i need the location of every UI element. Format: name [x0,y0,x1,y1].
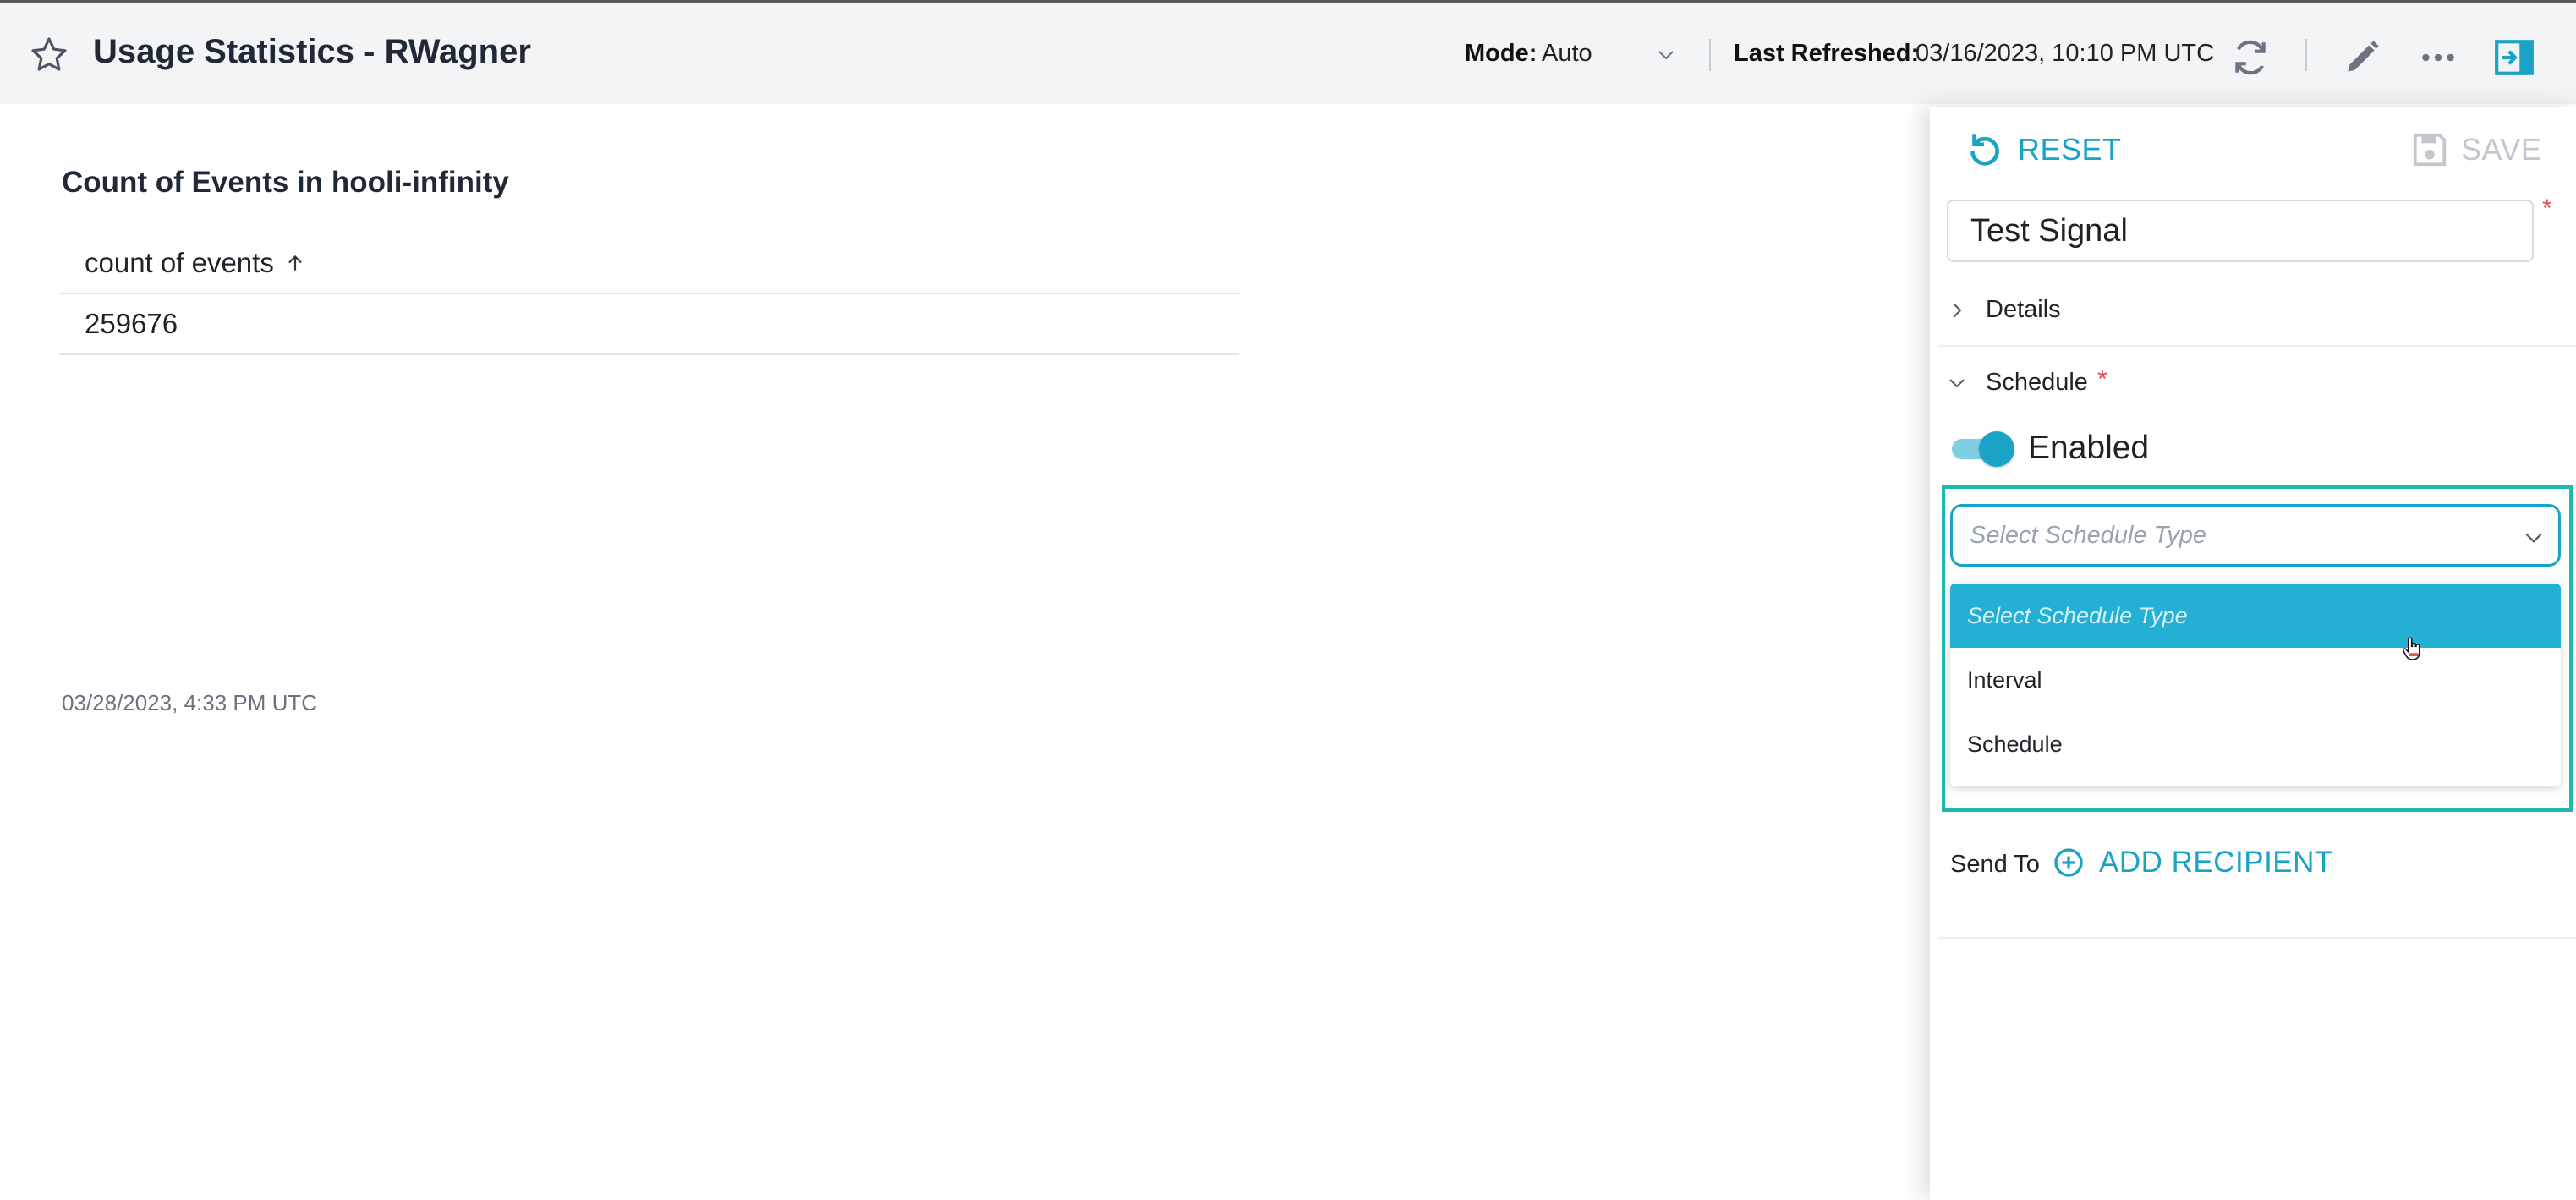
schedule-label: Schedule [1986,369,2088,396]
enabled-label: Enabled [2028,430,2150,466]
refresh-icon[interactable] [2229,36,2272,79]
chevron-down-icon [2525,533,2542,543]
section-divider [1938,937,2576,939]
save-icon [2413,133,2447,167]
mode-label: Mode: [1465,40,1537,67]
last-refreshed-label: Last Refreshed: [1734,40,1920,67]
table-row: 259676 [59,294,1239,355]
table-column-header[interactable]: count of events [59,233,1239,294]
widget-title: Count of Events in hooli-infinity [62,166,509,199]
dropdown-option-placeholder[interactable]: Select Schedule Type [1950,584,2561,648]
add-recipient-label: ADD RECIPIENT [2099,846,2333,879]
hand-cursor-icon [2402,637,2420,660]
chevron-right-icon [1953,302,1962,318]
reset-icon [1970,134,1999,166]
sort-ascending-icon[interactable] [284,251,306,275]
table-cell: 259676 [85,308,178,339]
enabled-toggle[interactable] [1952,431,2014,467]
required-asterisk: * [2097,365,2107,393]
signal-name-input[interactable]: Test Signal [1947,200,2534,262]
chevron-down-icon[interactable] [1653,45,1679,65]
save-label: SAVE [2461,132,2542,167]
dashboard-header: Usage Statistics - RWagner Mode: Auto La… [0,3,2576,104]
widget-timestamp: 03/28/2023, 4:33 PM UTC [62,690,318,715]
plus-circle-icon [2054,848,2083,877]
last-refreshed-value: 03/16/2023, 10:10 PM UTC [1916,40,2215,67]
dropdown-option-schedule[interactable]: Schedule [1950,712,2561,776]
mode-select-value[interactable]: Auto [1542,40,1592,68]
schedule-section-toggle[interactable]: Schedule [1947,369,2088,397]
dropdown-option-interval[interactable]: Interval [1950,648,2561,712]
events-table: count of events 259676 [59,233,1239,355]
required-asterisk: * [2542,195,2552,222]
header-divider [1709,39,1711,71]
send-to-label: Send To [1950,851,2040,878]
schedule-type-select[interactable]: Select Schedule Type [1950,504,2561,567]
section-divider [1938,345,2576,347]
header-divider [2305,39,2307,71]
save-button[interactable]: SAVE [2410,130,2541,169]
toggle-knob [1979,431,2014,467]
page-title: Usage Statistics - RWagner [93,33,531,70]
chevron-down-icon [1949,378,1965,387]
details-label: Details [1986,296,2061,323]
more-icon[interactable] [2417,36,2459,79]
add-recipient-button[interactable]: ADD RECIPIENT [2052,846,2333,879]
column-header-label: count of events [85,247,274,278]
panel-toggle-icon[interactable] [2493,36,2535,79]
reset-label: RESET [2018,132,2122,167]
schedule-type-dropdown: Select Schedule Type Interval Schedule [1950,584,2561,786]
pencil-icon[interactable] [2341,36,2383,79]
reset-button[interactable]: RESET [1964,129,2122,171]
star-icon[interactable] [29,35,69,75]
signal-editor-panel: RESET SAVE Test Signal * Details Schedul… [1930,107,2576,1200]
details-section-toggle[interactable]: Details [1947,296,2061,324]
schedule-type-placeholder: Select Schedule Type [1970,521,2206,549]
